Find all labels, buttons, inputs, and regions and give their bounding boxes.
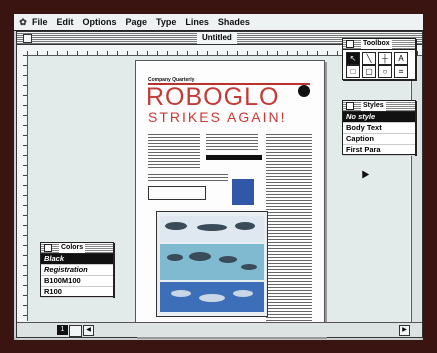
headline: ROBOGLO bbox=[146, 83, 280, 111]
page-icon[interactable]: 1 bbox=[57, 325, 68, 335]
page-icon[interactable] bbox=[69, 325, 82, 337]
fish-shape bbox=[199, 294, 225, 302]
menu-lines[interactable]: Lines bbox=[185, 17, 209, 27]
colors-title: Colors bbox=[59, 243, 86, 253]
arrow-tool-icon[interactable]: ↖ bbox=[346, 52, 360, 65]
style-item-no-style[interactable]: No style bbox=[343, 112, 415, 123]
crop-tool-icon[interactable]: ⌗ bbox=[394, 65, 408, 78]
shark-shape bbox=[197, 224, 227, 231]
fish-shape bbox=[241, 264, 257, 270]
window-title: Untitled bbox=[197, 32, 237, 44]
text-column-right bbox=[266, 133, 312, 329]
palette-title-bar[interactable]: Toolbox bbox=[343, 39, 415, 50]
toolbox-palette[interactable]: Toolbox ↖ ╲ ┼ A □ ▢ ○ ⌗ bbox=[342, 38, 416, 80]
colors-palette[interactable]: Colors Black Registration B100M100 R100 bbox=[40, 242, 114, 298]
crosshair-tool-icon[interactable]: ┼ bbox=[378, 52, 392, 65]
close-box-icon[interactable] bbox=[44, 244, 52, 252]
style-item-caption[interactable]: Caption bbox=[343, 134, 415, 145]
fish-shape bbox=[235, 222, 255, 230]
fish-shape bbox=[167, 254, 183, 261]
scroll-arrow-icon[interactable]: ◀ bbox=[83, 325, 94, 336]
rectangle-tool-icon[interactable]: □ bbox=[346, 65, 360, 78]
close-box-icon[interactable] bbox=[346, 40, 354, 48]
menu-shades[interactable]: Shades bbox=[218, 17, 250, 27]
style-item-first-para[interactable]: First Para bbox=[343, 145, 415, 156]
subheadline: STRIKES AGAIN! bbox=[148, 109, 287, 125]
figure-water bbox=[160, 244, 264, 280]
color-item-b100m100[interactable]: B100M100 bbox=[41, 276, 113, 287]
styles-title: Styles bbox=[361, 101, 386, 111]
style-item-body-text[interactable]: Body Text bbox=[343, 123, 415, 134]
vertical-scrollbar[interactable] bbox=[411, 56, 422, 322]
rounded-rect-tool-icon[interactable]: ▢ bbox=[362, 65, 376, 78]
horizontal-scrollbar[interactable]: 1 ◀ ▶ bbox=[17, 322, 422, 337]
close-box-icon[interactable] bbox=[23, 34, 32, 43]
close-box-icon[interactable] bbox=[346, 102, 354, 110]
fish-shape bbox=[171, 290, 191, 297]
submarine-shape bbox=[165, 222, 187, 230]
blue-block bbox=[232, 179, 254, 205]
text-tool-icon[interactable]: A bbox=[394, 52, 408, 65]
illustration[interactable] bbox=[156, 211, 268, 317]
fish-shape bbox=[233, 290, 253, 297]
fish-shape bbox=[189, 252, 211, 261]
menu-file[interactable]: File bbox=[32, 17, 48, 27]
menu-type[interactable]: Type bbox=[156, 17, 176, 27]
logo-icon bbox=[298, 85, 310, 97]
fish-shape bbox=[219, 256, 237, 263]
scroll-arrow-icon[interactable]: ▶ bbox=[399, 325, 410, 336]
menu-edit[interactable]: Edit bbox=[57, 17, 74, 27]
color-item-registration[interactable]: Registration bbox=[41, 265, 113, 276]
text-column-middle bbox=[206, 133, 258, 151]
styles-palette[interactable]: Styles No style Body Text Caption First … bbox=[342, 100, 416, 156]
menu-page[interactable]: Page bbox=[126, 17, 148, 27]
menu-bar: ✿ File Edit Options Page Type Lines Shad… bbox=[14, 14, 423, 31]
color-item-r100[interactable]: R100 bbox=[41, 287, 113, 298]
palette-title-bar[interactable]: Styles bbox=[343, 101, 415, 112]
line-tool-icon[interactable]: ╲ bbox=[362, 52, 376, 65]
toolbox-title: Toolbox bbox=[361, 39, 392, 49]
vertical-ruler bbox=[17, 55, 28, 321]
color-item-black[interactable]: Black bbox=[41, 254, 113, 265]
menu-options[interactable]: Options bbox=[83, 17, 117, 27]
screen: ✿ File Edit Options Page Type Lines Shad… bbox=[14, 14, 423, 340]
sidebar-box bbox=[148, 186, 206, 200]
text-lines bbox=[148, 173, 228, 183]
document-page[interactable]: Company Quarterly ROBOGLO STRIKES AGAIN! bbox=[135, 60, 325, 337]
oval-tool-icon[interactable]: ○ bbox=[378, 65, 392, 78]
text-column-left bbox=[148, 133, 200, 169]
black-bar bbox=[206, 155, 262, 160]
apple-menu-icon[interactable]: ✿ bbox=[14, 17, 32, 28]
palette-title-bar[interactable]: Colors bbox=[41, 243, 113, 254]
